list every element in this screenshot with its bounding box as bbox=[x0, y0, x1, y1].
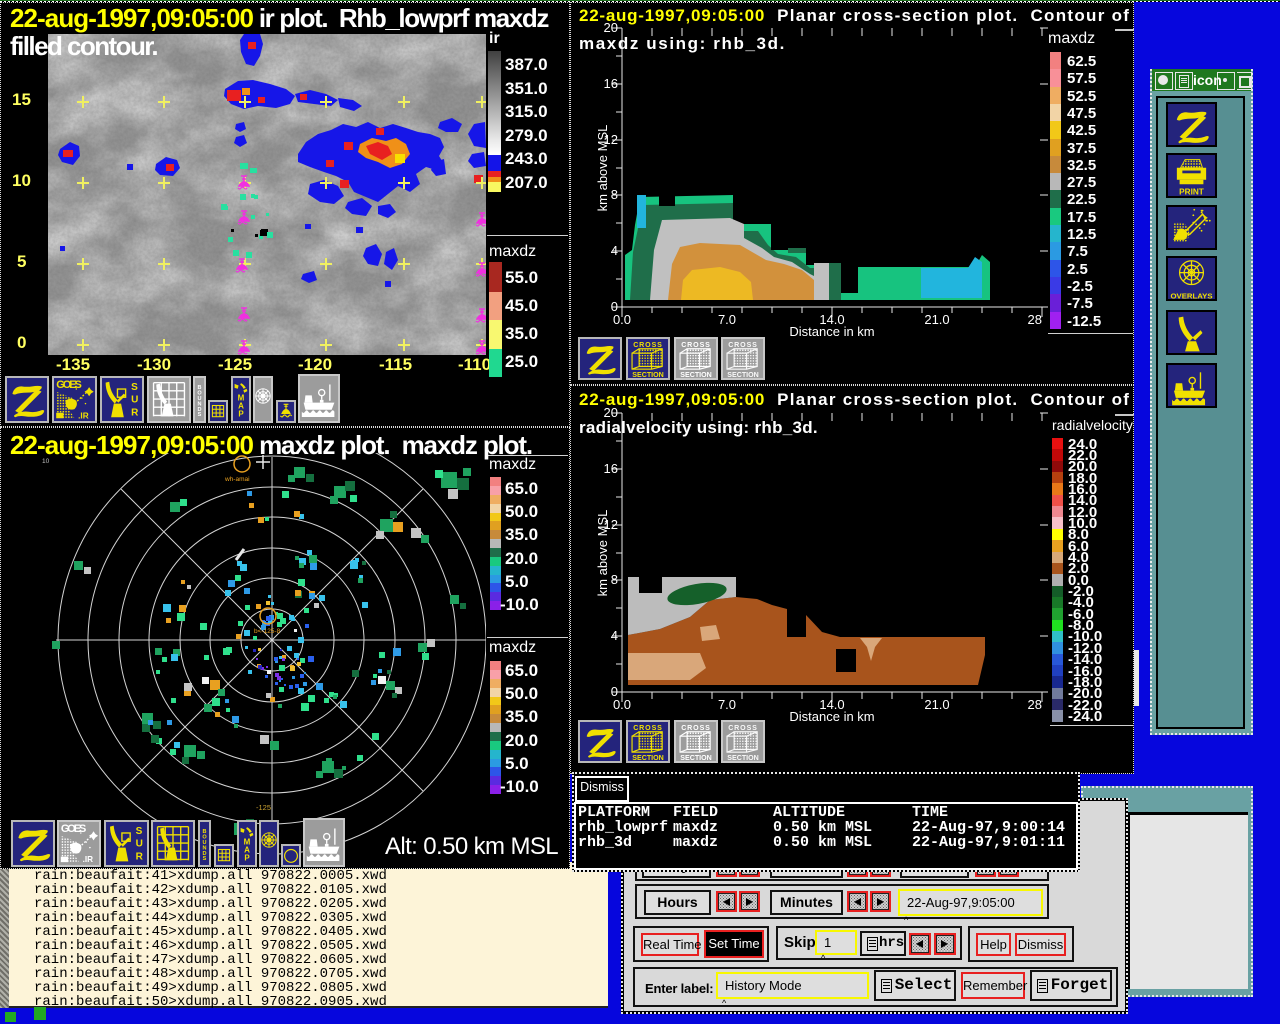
svg-text:GOES: GOES bbox=[56, 379, 82, 391]
svg-text:16: 16 bbox=[604, 76, 618, 91]
svg-text:.IR: .IR bbox=[78, 411, 89, 420]
svg-text:CROSS: CROSS bbox=[633, 341, 663, 349]
svg-text:SECTION: SECTION bbox=[727, 754, 758, 761]
svg-text:21.0: 21.0 bbox=[924, 312, 949, 327]
svg-text:km above MSL: km above MSL bbox=[595, 510, 610, 597]
svg-text:P: P bbox=[238, 410, 244, 419]
svg-text:21.0: 21.0 bbox=[924, 697, 949, 712]
svg-text:-125: -125 bbox=[256, 803, 271, 812]
svg-text:GOES: GOES bbox=[61, 823, 86, 835]
svg-text:SECTION: SECTION bbox=[680, 754, 711, 761]
svg-text:b<-125-8: b<-125-8 bbox=[254, 628, 281, 635]
svg-text:CROSS: CROSS bbox=[728, 341, 758, 349]
svg-text:U: U bbox=[131, 395, 138, 406]
svg-text:U: U bbox=[136, 839, 143, 850]
svg-text:7.0: 7.0 bbox=[718, 697, 736, 712]
svg-text:SECTION: SECTION bbox=[727, 371, 758, 378]
svg-text:CROSS: CROSS bbox=[681, 341, 711, 349]
svg-text:CROSS: CROSS bbox=[728, 724, 758, 732]
svg-text:SECTION: SECTION bbox=[632, 754, 663, 761]
svg-text:R: R bbox=[131, 407, 139, 418]
svg-text:Distance in km: Distance in km bbox=[789, 709, 874, 724]
svg-text:0.0: 0.0 bbox=[613, 312, 631, 327]
svg-text:28: 28 bbox=[1028, 312, 1042, 327]
svg-text:P: P bbox=[244, 854, 250, 863]
svg-text:wh-amai: wh-amai bbox=[224, 476, 250, 483]
svg-text:S: S bbox=[198, 412, 202, 418]
svg-text:OVERLAYS: OVERLAYS bbox=[1170, 291, 1212, 300]
svg-text:CROSS: CROSS bbox=[633, 724, 663, 732]
svg-text:SECTION: SECTION bbox=[680, 371, 711, 378]
svg-text:0.0: 0.0 bbox=[613, 697, 631, 712]
svg-text:PRINT: PRINT bbox=[1179, 187, 1204, 196]
svg-text:SECTION: SECTION bbox=[632, 371, 663, 378]
svg-text:16: 16 bbox=[604, 461, 618, 476]
svg-text:CROSS: CROSS bbox=[681, 724, 711, 732]
svg-text:S: S bbox=[136, 826, 143, 837]
svg-text:4: 4 bbox=[611, 243, 618, 258]
svg-text:R: R bbox=[136, 852, 144, 863]
svg-text:7.0: 7.0 bbox=[718, 312, 736, 327]
svg-text:S: S bbox=[131, 382, 138, 393]
svg-text:4: 4 bbox=[611, 628, 618, 643]
svg-text:Distance in km: Distance in km bbox=[789, 324, 874, 339]
svg-text:8: 8 bbox=[611, 187, 618, 202]
svg-text:S: S bbox=[203, 856, 207, 862]
svg-text:8: 8 bbox=[611, 572, 618, 587]
svg-text:km above MSL: km above MSL bbox=[595, 125, 610, 212]
svg-text:28: 28 bbox=[1028, 697, 1042, 712]
svg-text:.IR: .IR bbox=[83, 855, 94, 864]
